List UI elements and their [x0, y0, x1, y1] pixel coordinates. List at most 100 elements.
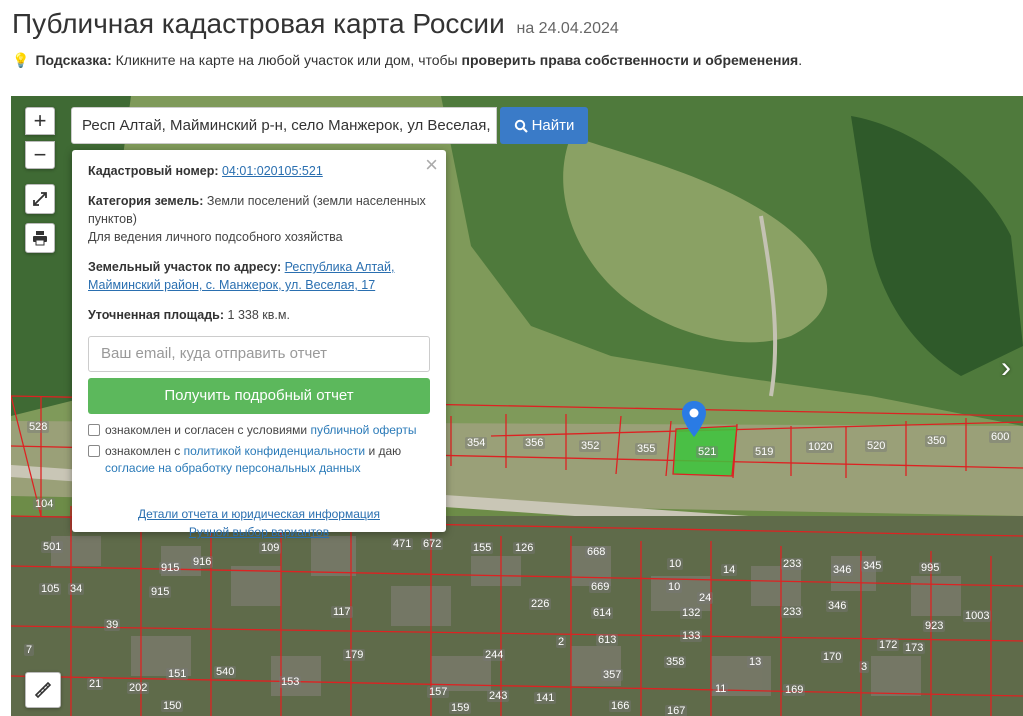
- parcel-label[interactable]: 600: [989, 431, 1012, 443]
- parcel-label[interactable]: 104: [33, 498, 56, 510]
- parcel-label[interactable]: 150: [161, 700, 184, 712]
- parcel-label[interactable]: 133: [680, 630, 703, 642]
- parcel-label[interactable]: 155: [471, 542, 494, 554]
- privacy-policy-link[interactable]: политикой конфиденциальности: [184, 444, 365, 458]
- parcel-label[interactable]: 151: [166, 668, 189, 680]
- parcel-label[interactable]: 528: [27, 421, 50, 433]
- privacy-consent-text-2: и даю: [368, 444, 402, 458]
- parcel-label[interactable]: 24: [697, 592, 714, 604]
- parcel-label[interactable]: 109: [259, 542, 282, 554]
- parcel-label[interactable]: 540: [214, 666, 237, 678]
- parcel-label[interactable]: 3: [859, 661, 870, 673]
- address-search-input[interactable]: Респ Алтай, Майминский р-н, село Манжеро…: [71, 107, 497, 144]
- zoom-out-button[interactable]: −: [25, 141, 55, 169]
- parcel-label[interactable]: 501: [41, 541, 64, 553]
- ruler-button[interactable]: [25, 672, 61, 708]
- parcel-label[interactable]: 13: [747, 656, 764, 668]
- checkbox-icon[interactable]: [88, 445, 100, 457]
- parcel-label[interactable]: 350: [925, 435, 948, 447]
- get-report-button[interactable]: Получить подробный отчет: [88, 378, 430, 414]
- parcel-label[interactable]: 1020: [806, 441, 835, 453]
- parcel-label[interactable]: 356: [523, 437, 546, 449]
- parcel-label[interactable]: 167: [665, 705, 688, 716]
- parcel-label[interactable]: 141: [534, 692, 557, 704]
- parcel-label[interactable]: 915: [149, 586, 172, 598]
- parcel-label[interactable]: 355: [635, 443, 658, 455]
- manual-selection-link[interactable]: Ручной выбор вариантов: [189, 523, 329, 541]
- parcel-label[interactable]: 614: [591, 607, 614, 619]
- parcel-label[interactable]: 7: [24, 644, 35, 656]
- parcel-label[interactable]: 243: [487, 690, 510, 702]
- parcel-label[interactable]: 21: [87, 678, 104, 690]
- parcel-label[interactable]: 923: [923, 620, 946, 632]
- parcel-label[interactable]: 357: [601, 669, 624, 681]
- parcel-label[interactable]: 354: [465, 437, 488, 449]
- email-field[interactable]: Ваш email, куда отправить отчет: [88, 336, 430, 372]
- parcel-label[interactable]: 157: [427, 686, 450, 698]
- map-pin-icon[interactable]: [682, 401, 706, 437]
- parcel-label[interactable]: 153: [279, 676, 302, 688]
- parcel-label[interactable]: 132: [680, 607, 703, 619]
- parcel-label[interactable]: 244: [483, 649, 506, 661]
- ruler-icon: [34, 681, 52, 699]
- parcel-label[interactable]: 170: [821, 651, 844, 663]
- parcel-label-selected[interactable]: 521: [696, 446, 719, 458]
- cadastral-number-link[interactable]: 04:01:020105:521: [222, 164, 323, 178]
- parcel-label[interactable]: 346: [831, 564, 854, 576]
- parcel-label[interactable]: 995: [919, 562, 942, 574]
- parcel-label[interactable]: 39: [104, 619, 121, 631]
- map-view[interactable]: 354 356 352 355 521 519 1020 520 350 600…: [11, 96, 1023, 716]
- parcel-label[interactable]: 668: [585, 546, 608, 558]
- parcel-label[interactable]: 915: [159, 562, 182, 574]
- title-text: Публичная кадастровая карта России: [12, 8, 505, 39]
- hint-end: .: [798, 52, 803, 68]
- parcel-label[interactable]: 169: [783, 684, 806, 696]
- parcel-label[interactable]: 34: [68, 583, 85, 595]
- chevron-right-icon[interactable]: ›: [1001, 351, 1011, 385]
- parcel-label[interactable]: 126: [513, 542, 536, 554]
- parcel-label[interactable]: 226: [529, 598, 552, 610]
- parcel-label[interactable]: 1003: [963, 610, 992, 622]
- checkbox-icon[interactable]: [88, 424, 100, 436]
- page-title: Публичная кадастровая карта России на 24…: [12, 8, 619, 40]
- parcel-label[interactable]: 358: [664, 656, 687, 668]
- parcel-label[interactable]: 346: [826, 600, 849, 612]
- parcel-label[interactable]: 352: [579, 440, 602, 452]
- parcel-label[interactable]: 202: [127, 682, 150, 694]
- parcel-label[interactable]: 345: [861, 560, 884, 572]
- cadastral-label: Кадастровый номер:: [88, 164, 219, 178]
- parcel-label[interactable]: 233: [781, 606, 804, 618]
- zoom-in-button[interactable]: +: [25, 107, 55, 135]
- parcel-label[interactable]: 159: [449, 702, 472, 714]
- parcel-label[interactable]: 105: [39, 583, 62, 595]
- parcel-label[interactable]: 173: [903, 642, 926, 654]
- parcel-label[interactable]: 519: [753, 446, 776, 458]
- close-icon[interactable]: ×: [425, 154, 438, 176]
- parcel-label[interactable]: 2: [556, 636, 567, 648]
- parcel-label[interactable]: 166: [609, 700, 632, 712]
- parcel-label[interactable]: 669: [589, 581, 612, 593]
- area-row: Уточненная площадь: 1 338 кв.м.: [88, 306, 430, 324]
- parcel-label[interactable]: 613: [596, 634, 619, 646]
- public-offer-link[interactable]: публичной оферты: [310, 423, 416, 437]
- parcel-label[interactable]: 10: [667, 558, 684, 570]
- report-details-link[interactable]: Детали отчета и юридическая информация: [138, 505, 380, 523]
- parcel-label[interactable]: 172: [877, 639, 900, 651]
- parcel-label[interactable]: 11: [713, 683, 729, 695]
- parcel-label[interactable]: 916: [191, 556, 214, 568]
- parcel-label[interactable]: 179: [343, 649, 366, 661]
- expand-icon: [33, 192, 47, 206]
- parcel-label[interactable]: 14: [721, 564, 738, 576]
- parcel-label[interactable]: 10: [666, 581, 683, 593]
- land-usage: Для ведения личного подсобного хозяйства: [88, 230, 343, 244]
- fullscreen-button[interactable]: [25, 184, 55, 214]
- hint: 💡 Подсказка: Кликните на карте на любой у…: [12, 52, 802, 69]
- search-button[interactable]: Найти: [500, 107, 588, 144]
- print-button[interactable]: [25, 223, 55, 253]
- parcel-label[interactable]: 117: [331, 606, 353, 618]
- parcel-label[interactable]: 233: [781, 558, 804, 570]
- offer-consent-checkbox[interactable]: ознакомлен и согласен с условиями публич…: [88, 422, 430, 439]
- personal-data-consent-link[interactable]: согласие на обработку персональных данны…: [105, 461, 361, 475]
- parcel-label[interactable]: 520: [865, 440, 888, 452]
- privacy-consent-checkbox[interactable]: ознакомлен с политикой конфиденциальност…: [88, 443, 430, 477]
